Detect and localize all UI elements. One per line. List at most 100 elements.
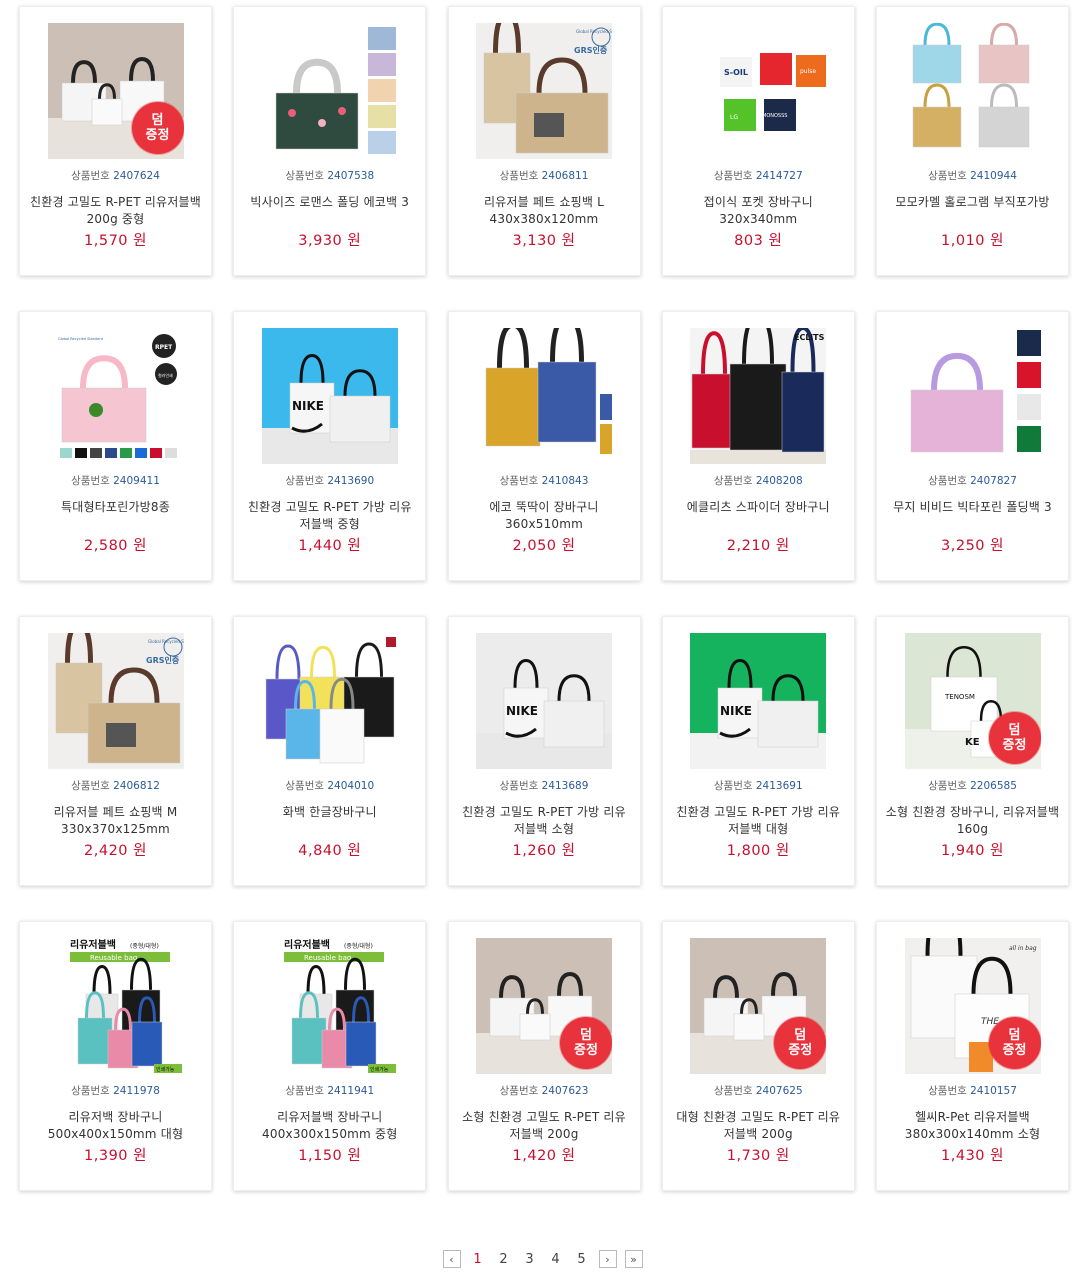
product-code: 상품번호 2407623 <box>499 1085 589 1097</box>
product-name[interactable]: 친환경 고밀도 R-PET 가방 리유저블백 중형 <box>242 499 417 533</box>
product-card[interactable]: 덤 증정상품번호 2407623 소형 친환경 고밀도 R-PET 리유저블백 20… <box>447 921 641 1191</box>
product-image[interactable] <box>261 23 398 159</box>
product-card[interactable]: 덤 증정 상품번호 2407624 친환경 고밀도 R-PET 리유저블백 200g … <box>19 6 212 276</box>
product-code: 상품번호 2410944 <box>928 170 1017 182</box>
product-card[interactable]: 상품번호 2404010 화백 한글장바구니 4,840 원 <box>233 616 427 886</box>
product-image[interactable]: 덤 증정 <box>476 938 612 1074</box>
product-card[interactable]: all in bag THE 덤 증정 상품번호 2410157 헬씨R-Pet 리유저블… <box>876 921 1069 1191</box>
product-card[interactable]: 리유저블백 (중형/대형) Reusable bag 인쇄가능 상품번호 2411941… <box>233 921 427 1191</box>
product-price: 1,420 원 <box>512 1148 576 1164</box>
product-image[interactable]: RPET 컬러인쇄 Global Recycled Standard <box>47 328 184 464</box>
product-card[interactable]: NIKE 상품번호 2413689 친환경 고밀도 R-PET 가방 리유저블백 소… <box>447 616 641 886</box>
page-number[interactable]: 1 <box>465 1252 491 1267</box>
product-card[interactable]: NIKE 상품번호 2413690 친환경 고밀도 R-PET 가방 리유저블백 중… <box>233 311 427 581</box>
product-image[interactable]: 리유저블백 (중형/대형) Reusable bag 인쇄가능 <box>47 938 184 1074</box>
product-code: 상품번호 2411978 <box>71 1085 160 1097</box>
product-image[interactable] <box>261 633 398 769</box>
svg-text:Global Recycled Standard: Global Recycled Standard <box>576 29 612 34</box>
product-card[interactable]: 상품번호 2407827 무지 비비드 빅타포린 폴딩백 3 3,250 원 <box>876 311 1069 581</box>
product-code: 상품번호 2414727 <box>713 170 803 182</box>
product-price: 2,050 원 <box>512 538 576 554</box>
product-name[interactable]: 에클리츠 스파이더 장바구니 <box>671 499 846 533</box>
product-name[interactable]: 리유저블 페트 쇼핑백 L 430x380x120mm <box>457 194 632 228</box>
product-card[interactable]: RPET 컬러인쇄 Global Recycled Standard 상품번호 240… <box>19 311 212 581</box>
product-name[interactable]: 친환경 고밀도 R-PET 가방 리유저블백 대형 <box>671 804 846 838</box>
product-name[interactable]: 에코 뚝딱이 장바구니 360x510mm <box>457 499 632 533</box>
product-name[interactable]: 빅사이즈 로맨스 폴딩 에코백 3 <box>242 194 417 228</box>
product-image[interactable]: 덤 증정 <box>690 938 827 1074</box>
product-image[interactable]: 덤 증정 <box>47 23 184 159</box>
svg-text:리유저블백: 리유저블백 <box>284 938 330 951</box>
gift-badge: 덤 증정 <box>563 1020 609 1066</box>
product-name[interactable]: 특대형타포린가방8종 <box>28 499 203 533</box>
product-image[interactable]: ECLiTS <box>690 328 827 464</box>
product-card[interactable]: Global Recycled Standard GRS인증상품번호 240681… <box>447 6 641 276</box>
product-card[interactable]: S-OIL pulse LG MONOSSS 상품번호 2414727 접이식 포켓 장바… <box>661 6 855 276</box>
product-card[interactable]: NIKE 상품번호 2413691 친환경 고밀도 R-PET 가방 리유저블백 대… <box>661 616 855 886</box>
product-name[interactable]: 헬씨R-Pet 리유저블백 380x300x140mm 소형 <box>885 1109 1060 1143</box>
product-image[interactable]: S-OIL pulse LG MONOSSS <box>690 23 827 159</box>
product-name[interactable]: 무지 비비드 빅타포린 폴딩백 3 <box>885 499 1060 533</box>
product-image[interactable]: NIKE <box>476 633 612 769</box>
product-code: 상품번호 2408208 <box>713 475 803 487</box>
product-card[interactable]: 상품번호 2407538 빅사이즈 로맨스 폴딩 에코백 3 3,930 원 <box>233 6 427 276</box>
product-card[interactable]: 리유저블백 (중형/대형) Reusable bag 인쇄가능상품번호 2411978… <box>19 921 212 1191</box>
page-numbers: 12345 <box>465 1252 595 1267</box>
product-image[interactable]: Global Recycled Standard GRS인증 <box>476 23 612 159</box>
product-name[interactable]: 대형 친환경 고밀도 R-PET 리유저블백 200g <box>671 1109 846 1143</box>
product-card[interactable]: TENOSM KE 덤 증정 상품번호 2206585 소형 친환경 장바구니, 리유저블… <box>876 616 1069 886</box>
product-card[interactable]: Global Recycled Standard GRS인증상품번호 240681… <box>19 616 212 886</box>
product-price: 1,570 원 <box>84 233 147 249</box>
svg-text:(중형/대형): (중형/대형) <box>344 942 373 950</box>
product-image[interactable]: NIKE <box>690 633 827 769</box>
svg-text:NIKE: NIKE <box>292 399 324 413</box>
product-image[interactable]: NIKE <box>261 328 398 464</box>
product-name[interactable]: 친환경 고밀도 R-PET 리유저블백 200g 중형 <box>28 194 203 228</box>
svg-text:NIKE: NIKE <box>720 704 752 718</box>
product-image[interactable]: Global Recycled Standard GRS인증 <box>47 633 184 769</box>
page-number[interactable]: 2 <box>491 1252 517 1267</box>
product-price: 1,430 원 <box>941 1148 1004 1164</box>
product-name[interactable]: 화백 한글장바구니 <box>242 804 417 838</box>
product-card[interactable]: 덤 증정상품번호 2407625 대형 친환경 고밀도 R-PET 리유저블백 20… <box>661 921 855 1191</box>
svg-text:컬러인쇄: 컬러인쇄 <box>158 372 173 378</box>
double-chevron-right-icon[interactable]: » <box>624 1250 643 1268</box>
page-number[interactable]: 4 <box>543 1252 569 1267</box>
product-image[interactable] <box>476 328 612 464</box>
svg-text:pulse: pulse <box>800 68 816 75</box>
product-image[interactable]: all in bag THE 덤 증정 <box>904 938 1041 1074</box>
svg-text:NIKE: NIKE <box>506 704 538 718</box>
product-image[interactable] <box>904 328 1041 464</box>
svg-text:THE: THE <box>981 1017 999 1027</box>
product-code: 상품번호 2409411 <box>71 475 160 487</box>
product-code: 상품번호 2411941 <box>285 1085 375 1097</box>
product-name[interactable]: 리유저백 장바구니 500x400x150mm 대형 <box>28 1109 203 1143</box>
product-code: 상품번호 2413691 <box>713 780 803 792</box>
svg-text:TENOSM: TENOSM <box>944 693 975 701</box>
product-card[interactable]: 상품번호 2410843 에코 뚝딱이 장바구니 360x510mm 2,050 원 <box>447 311 641 581</box>
page-number[interactable]: 3 <box>517 1252 543 1267</box>
svg-text:LG: LG <box>730 114 738 121</box>
product-card[interactable]: ECLiTS 상품번호 2408208 에클리츠 스파이더 장바구니 2,210 원 <box>661 311 855 581</box>
svg-text:Global Recycled Standard: Global Recycled Standard <box>58 337 103 341</box>
product-card[interactable]: 상품번호 2410944 모모카멜 홀로그램 부직포가방 1,010 원 <box>876 6 1069 276</box>
product-price: 2,210 원 <box>726 538 790 554</box>
chevron-right-icon[interactable]: › <box>598 1250 617 1268</box>
chevron-left-icon[interactable]: ‹ <box>442 1250 461 1268</box>
product-name[interactable]: 리유저블백 장바구니 400x300x150mm 중형 <box>242 1109 417 1143</box>
product-code: 상품번호 2407625 <box>713 1085 803 1097</box>
product-image[interactable] <box>904 23 1041 159</box>
product-name[interactable]: 모모카멜 홀로그램 부직포가방 <box>885 194 1060 228</box>
product-image[interactable]: TENOSM KE 덤 증정 <box>904 633 1041 769</box>
pagination: ‹ 12345 › » <box>0 1250 1085 1268</box>
product-name[interactable]: 소형 친환경 고밀도 R-PET 리유저블백 200g <box>457 1109 632 1143</box>
product-image[interactable]: 리유저블백 (중형/대형) Reusable bag 인쇄가능 <box>261 938 398 1074</box>
product-name[interactable]: 접이식 포켓 장바구니 320x340mm <box>671 194 846 228</box>
product-code: 상품번호 2406812 <box>71 780 160 792</box>
product-name[interactable]: 소형 친환경 장바구니, 리유저블백 160g <box>885 804 1060 838</box>
product-price: 2,420 원 <box>84 843 147 859</box>
product-name[interactable]: 친환경 고밀도 R-PET 가방 리유저블백 소형 <box>457 804 632 838</box>
page-number[interactable]: 5 <box>569 1252 595 1267</box>
svg-text:S-OIL: S-OIL <box>724 68 748 77</box>
product-name[interactable]: 리유저블 페트 쇼핑백 M 330x370x125mm <box>28 804 203 838</box>
